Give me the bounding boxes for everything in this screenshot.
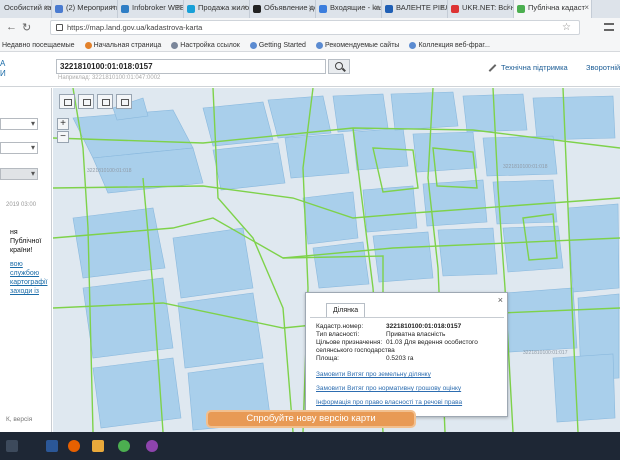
wrench-icon [488,64,497,72]
globe-icon [409,42,417,49]
url-text: https://map.land.gov.ua/kadastrova-karta [67,23,203,32]
bookmark-item[interactable]: Рекомендуемые сайты [315,38,399,51]
app-header: АИ 3221810100:01:018:0157 Наприклад: 322… [0,53,620,87]
site-icon [385,5,393,13]
back-icon[interactable]: ← [6,21,17,33]
close-icon[interactable]: × [242,3,247,12]
reload-icon[interactable]: ↻ [22,21,31,34]
tab-parcel[interactable]: Ділянка [326,303,366,317]
menu-icon[interactable] [604,23,614,31]
browser-tab[interactable]: Входящие - kas × [316,0,382,18]
order-extract-link[interactable]: Замовити Витяг про земельну ділянку [316,371,431,378]
viber-icon[interactable] [146,440,158,452]
browser-tab[interactable]: Infobroker WEB O× [118,0,184,18]
close-icon[interactable]: × [44,3,49,12]
globe-icon [315,42,323,49]
bookmark-item[interactable]: Начальная страница [84,38,161,51]
layer-select[interactable] [0,142,38,154]
map-label: 3221810100:01:017 [523,350,568,356]
site-icon [55,5,63,13]
map-toolbar [59,94,132,110]
field-label: Цільове призначення: [316,339,383,346]
map-label: 3221810100:01:018 [87,168,132,174]
field-value: 01.03 Для ведення особистого [386,339,478,346]
bookmark-item[interactable]: Getting Started [249,38,306,51]
url-field[interactable]: https://map.land.gov.ua/kadastrova-karta… [50,20,580,35]
gear-icon [171,42,179,49]
site-icon [517,5,525,13]
version-text: К, версія [6,416,33,423]
browser-tab[interactable]: Особистий кабінет× [0,0,52,18]
divider [310,317,504,318]
close-icon[interactable]: × [584,3,589,12]
cadastral-search-input[interactable]: 3221810100:01:018:0157 [56,59,326,74]
bookmark-star-icon[interactable]: ☆ [562,22,571,33]
sidebar: 2019 03:00 няПублічноїкраїни! вою службо… [0,88,52,432]
site-icon [319,5,327,13]
news-text: ня Публічної країни! [10,229,42,254]
search-icon [335,62,343,70]
chrome-icon[interactable] [118,440,130,452]
close-icon[interactable]: × [176,3,181,12]
field-value: Приватна власність [386,331,446,338]
globe-icon [249,42,257,49]
close-icon[interactable]: × [110,3,115,12]
print-icon[interactable] [97,94,113,109]
browser-tab-active[interactable]: Публічна кадаст × [514,0,592,18]
site-icon [187,5,195,13]
close-icon[interactable]: × [498,295,503,305]
word-icon[interactable] [46,440,58,452]
browser-tab[interactable]: ВАЛЕНТЕ РІЕЛТ× [382,0,448,18]
news-date: 2019 03:00 [6,202,37,208]
site-icon [253,5,261,13]
field-value: 3221810100:01:018:0157 [386,323,462,330]
new-version-button[interactable]: Спробуйте нову версію карти [206,410,416,428]
os-taskbar [0,432,620,460]
firefox-icon [84,42,92,49]
ownership-info-link[interactable]: Інформація про право власності та речові… [316,399,462,406]
site-logo[interactable]: АИ [0,59,6,79]
field-label: Тип власності: [316,331,360,338]
search-button[interactable] [328,59,350,74]
zoom-in-button[interactable]: + [57,118,69,130]
zoom-out-button[interactable]: − [57,131,69,143]
bookmark-item[interactable]: Настройка ссылок [171,38,240,51]
site-icon [451,5,459,13]
bookmark-item[interactable]: Коллекция веб-фраг... [409,38,490,51]
order-valuation-link[interactable]: Замовити Витяг про нормативну грошову оц… [316,385,461,392]
feedback-button[interactable]: Зворотній зв'язок [584,61,620,75]
search-hint: Наприклад: 3221810100:01:047:0002 [58,75,161,81]
news-links[interactable]: вою службою картографії заходи із [10,260,51,296]
browser-tab[interactable]: (2) Мероприятия× [52,0,118,18]
close-icon[interactable]: × [506,3,511,12]
tab-title: Публічна кадаст [528,3,585,12]
measure-tool-icon[interactable] [59,94,75,109]
browser-tab-strip: Особистий кабінет× (2) Мероприятия× Info… [0,0,620,18]
field-label: Кадастр.номер: [316,323,364,330]
layer-select[interactable] [0,118,38,130]
folder-icon[interactable] [92,440,104,452]
browser-tab[interactable]: UKR.NET: Всі но × [448,0,514,18]
info-tool-icon[interactable] [116,94,132,109]
bookmarks-bar: Недавно посещаемые Начальная страница На… [0,38,620,52]
site-icon [121,5,129,13]
windows-start-icon[interactable] [6,440,18,452]
browser-tab[interactable]: Продажа жилой × [184,0,250,18]
parcel-info-popup: × Ділянка Кадастр.номер: 3221810100:01:0… [305,292,508,417]
close-icon[interactable]: × [374,3,379,12]
layer-select[interactable] [0,168,38,180]
support-button[interactable]: Технічна підтримка [484,61,572,75]
browser-tab[interactable]: Объявление до × [250,0,316,18]
close-icon[interactable]: × [308,3,313,12]
address-bar-row: ← ↻ https://map.land.gov.ua/kadastrova-k… [0,18,620,38]
firefox-icon[interactable] [68,440,80,452]
close-icon[interactable]: × [440,3,445,12]
lock-icon [56,24,63,31]
field-value: 0.5203 га [386,355,414,362]
bookmark-item[interactable]: Недавно посещаемые [2,38,75,51]
map-label: 3221810100:01:018 [503,164,548,170]
field-label: Площа: [316,355,339,362]
field-value: селянського господарства [316,347,395,354]
area-tool-icon[interactable] [78,94,94,109]
